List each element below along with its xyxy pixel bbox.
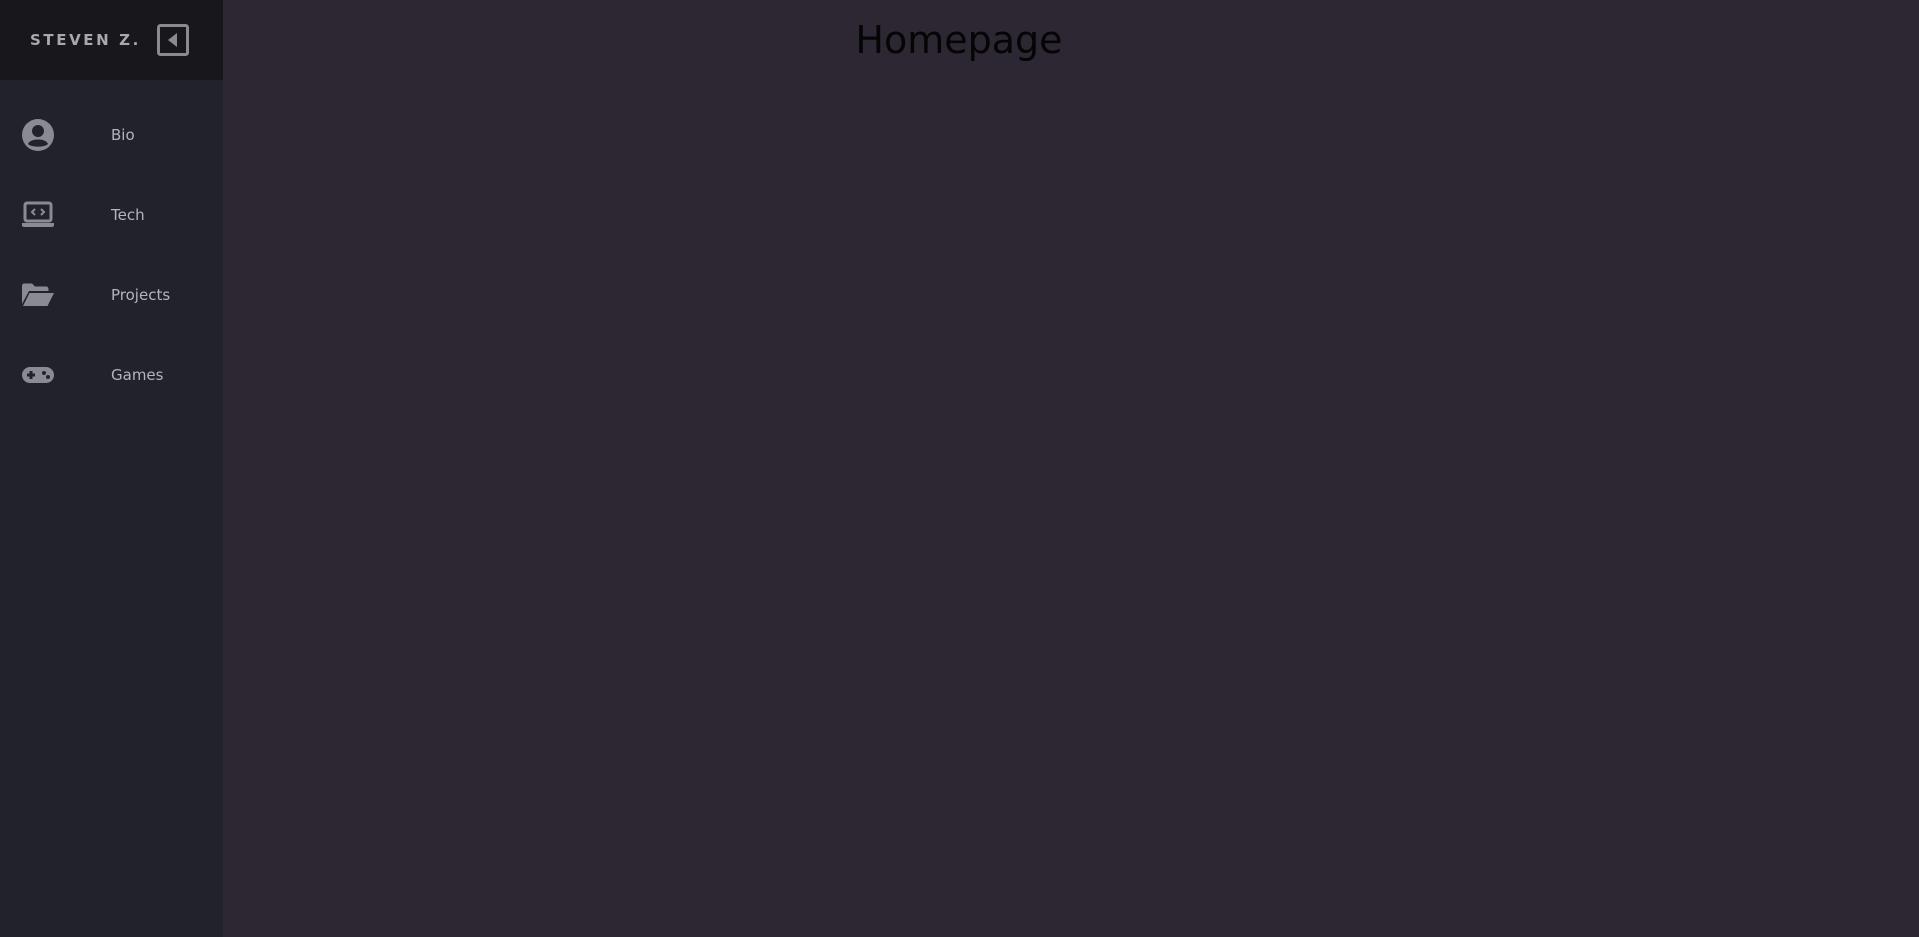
sidebar-item-label: Projects: [111, 286, 171, 304]
caret-left-square-icon: [157, 24, 189, 56]
gamepad-icon: [21, 358, 55, 392]
sidebar-header: STEVEN Z.: [0, 0, 223, 80]
folder-open-icon: [21, 278, 55, 312]
sidebar-item-games[interactable]: Games: [0, 336, 223, 416]
sidebar-item-label: Games: [111, 366, 164, 384]
sidebar-item-projects[interactable]: Projects: [0, 256, 223, 336]
page-title: Homepage: [855, 18, 1063, 62]
collapse-sidebar-button[interactable]: [157, 24, 189, 56]
sidebar-nav: Bio Tech Projects Games: [0, 96, 223, 416]
sidebar-item-label: Tech: [111, 206, 145, 224]
laptop-code-icon: [21, 198, 55, 232]
sidebar-item-bio[interactable]: Bio: [0, 96, 223, 176]
user-circle-icon: [21, 118, 55, 152]
sidebar: STEVEN Z. Bio Tech Projects Games: [0, 0, 223, 937]
main-content: Homepage: [223, 0, 1919, 937]
sidebar-item-label: Bio: [111, 126, 135, 144]
sidebar-item-tech[interactable]: Tech: [0, 176, 223, 256]
brand-name: STEVEN Z.: [30, 31, 141, 49]
